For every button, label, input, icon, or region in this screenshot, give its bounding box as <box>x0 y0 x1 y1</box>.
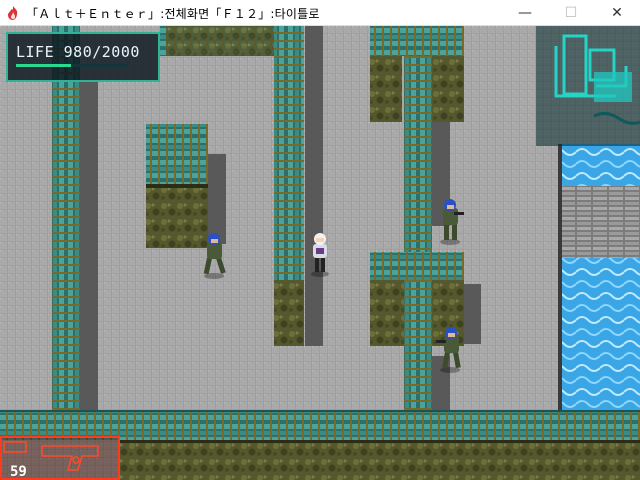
window-titlebar[interactable]: 「Ａｌｔ＋Ｅｎｔｅｒ」:전체화면「Ｆ１２」:타이틀로 — ☐ ✕ <box>0 0 640 26</box>
weapon-panel: 59 <box>0 436 120 480</box>
minimize-button[interactable]: — <box>502 0 548 26</box>
life-panel: LIFE 980/2000 <box>6 32 160 82</box>
window-title: 「Ａｌｔ＋Ｅｎｔｅｒ」:전체화면「Ｆ１２」:타이틀로 <box>26 7 320 21</box>
facility-map-icon <box>554 34 640 125</box>
minimap <box>536 26 640 146</box>
life-bar-fill <box>16 64 71 67</box>
close-button[interactable]: ✕ <box>594 0 640 26</box>
flame-icon <box>8 6 18 20</box>
maximize-button[interactable]: ☐ <box>548 0 594 26</box>
life-bar <box>16 64 128 67</box>
life-readout: LIFE 980/2000 <box>16 43 140 61</box>
game-viewport[interactable]: LIFE 980/2000 59 <box>0 26 640 480</box>
ammo-count: 59 <box>10 464 27 480</box>
water-channel <box>558 144 640 410</box>
